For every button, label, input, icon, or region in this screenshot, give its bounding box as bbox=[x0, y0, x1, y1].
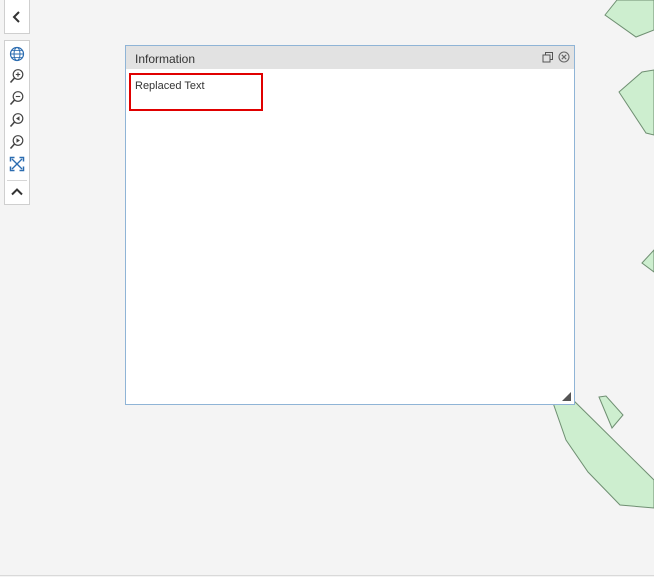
map-feature[interactable] bbox=[598, 395, 624, 429]
zoom-in-button[interactable] bbox=[5, 66, 29, 86]
map-feature[interactable] bbox=[618, 69, 654, 136]
globe-icon bbox=[9, 46, 25, 62]
zoom-previous-icon bbox=[9, 113, 24, 128]
collapse-toolbar-button[interactable] bbox=[5, 182, 29, 202]
navigation-toolbar bbox=[4, 40, 30, 205]
close-icon[interactable] bbox=[558, 51, 570, 63]
collapse-button[interactable] bbox=[4, 0, 30, 34]
zoom-out-icon bbox=[9, 91, 24, 106]
full-extent-icon bbox=[9, 156, 25, 172]
resize-handle-icon[interactable] bbox=[562, 392, 571, 401]
globe-button[interactable] bbox=[5, 44, 29, 64]
highlight-box bbox=[129, 73, 263, 111]
zoom-next-icon bbox=[9, 135, 24, 150]
map-feature[interactable] bbox=[641, 249, 654, 273]
panel-title: Information bbox=[135, 52, 196, 66]
zoom-next-button[interactable] bbox=[5, 132, 29, 152]
map-feature[interactable] bbox=[550, 391, 654, 509]
zoom-out-button[interactable] bbox=[5, 88, 29, 108]
toolbar-divider bbox=[7, 180, 27, 181]
chevron-left-icon bbox=[12, 10, 20, 23]
zoom-in-icon bbox=[9, 69, 24, 84]
restore-icon[interactable] bbox=[542, 51, 554, 63]
chevron-up-icon bbox=[11, 188, 23, 196]
map-bottom-border bbox=[0, 575, 654, 576]
map-feature[interactable] bbox=[604, 0, 654, 38]
zoom-previous-button[interactable] bbox=[5, 110, 29, 130]
full-extent-button[interactable] bbox=[5, 154, 29, 174]
panel-header[interactable]: Information bbox=[126, 46, 574, 69]
